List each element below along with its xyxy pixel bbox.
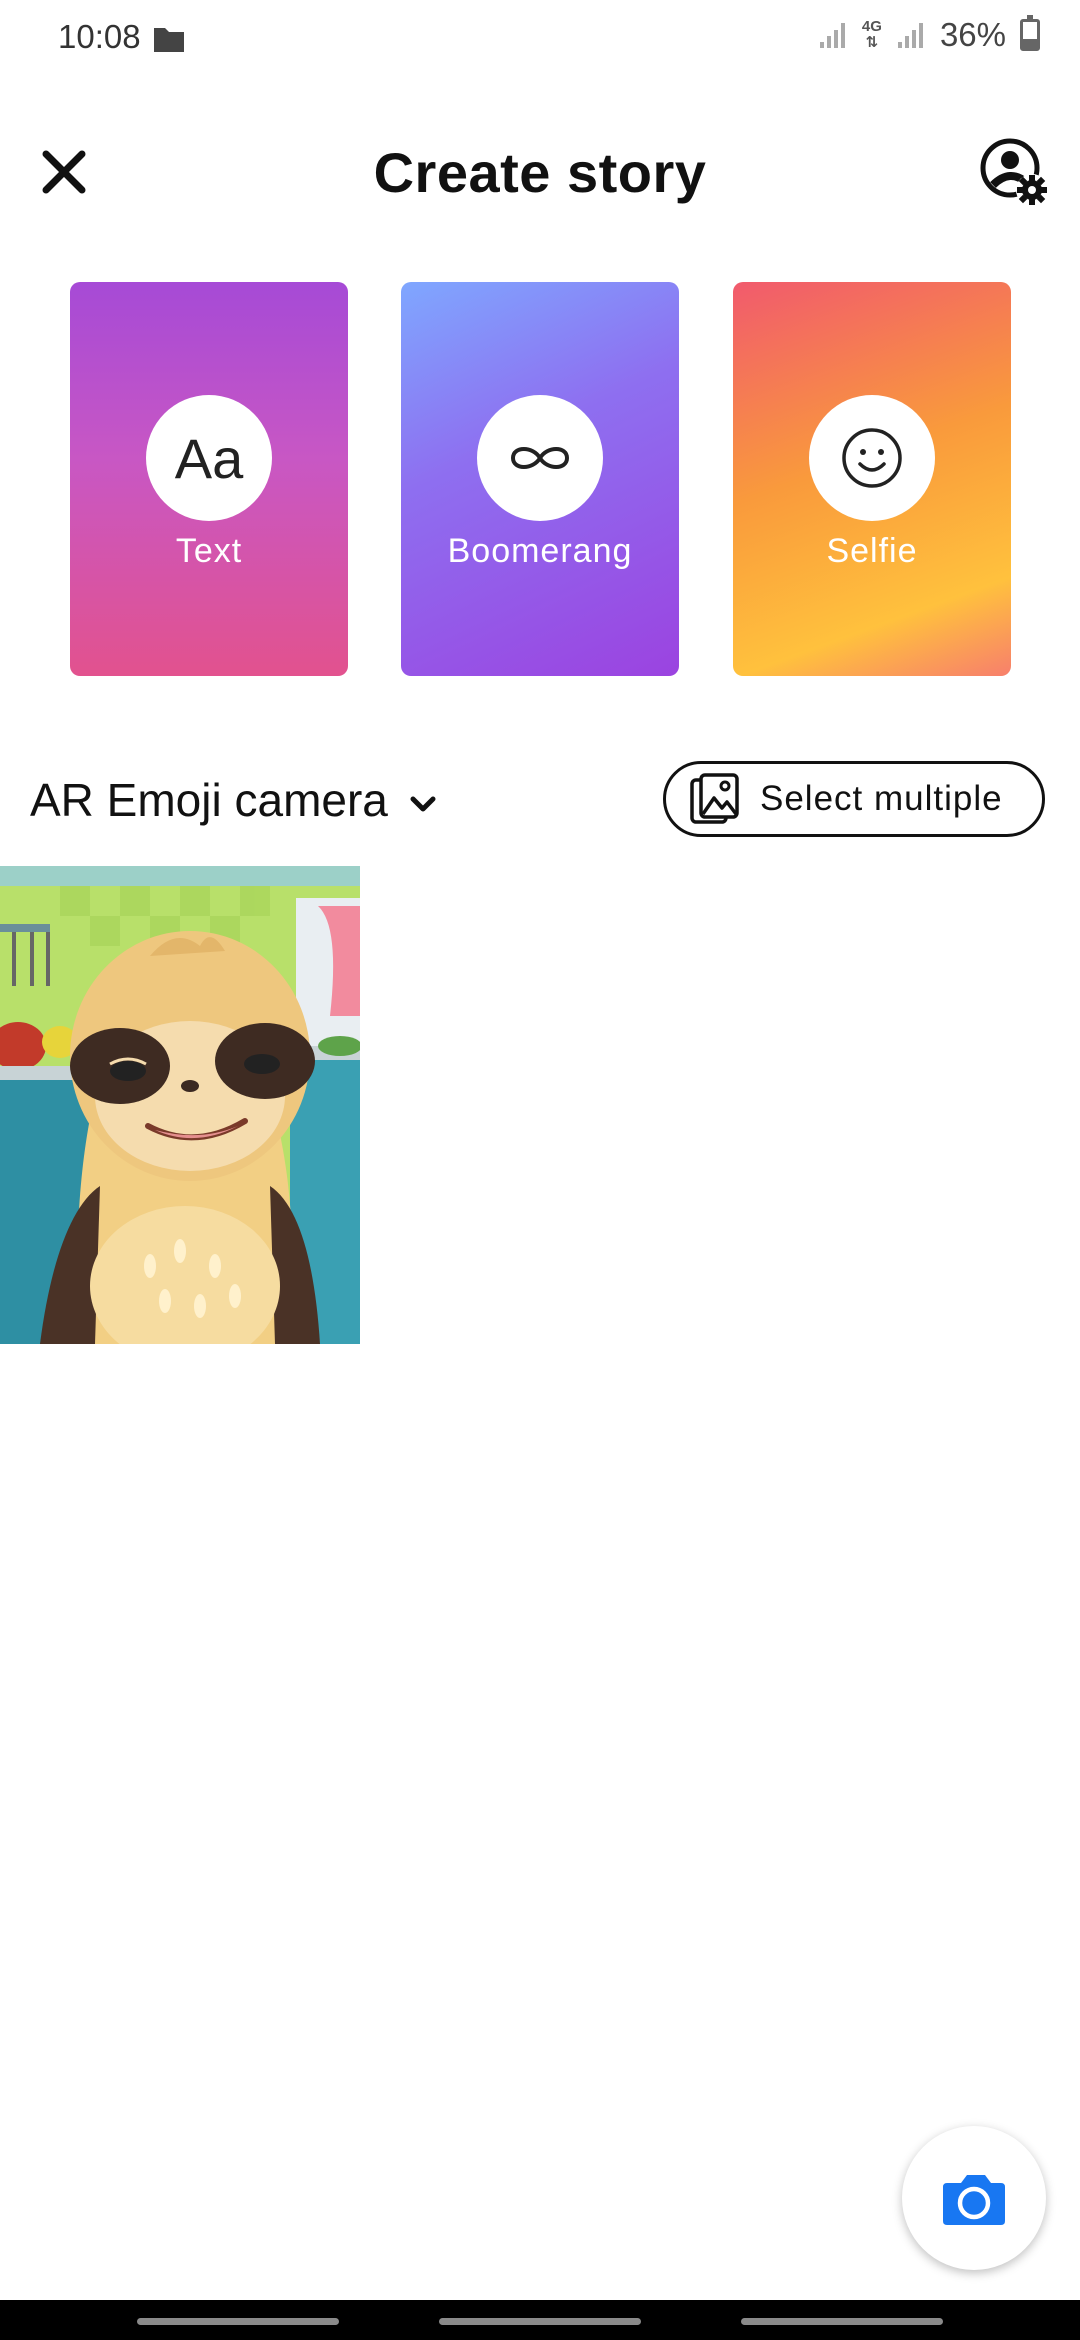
media-gallery bbox=[0, 866, 360, 1344]
network-label: 4G bbox=[861, 18, 882, 35]
signal-icon-2 bbox=[897, 23, 923, 48]
data-arrows-icon: ⇅ bbox=[865, 34, 879, 51]
page-title: Create story bbox=[373, 141, 707, 204]
battery-icon bbox=[1020, 15, 1040, 51]
chevron-down-icon bbox=[410, 796, 436, 812]
camera-icon bbox=[943, 2175, 1005, 2225]
album-name: AR Emoji camera bbox=[30, 774, 388, 826]
text-icon: Aa bbox=[146, 395, 272, 521]
story-settings-icon[interactable] bbox=[980, 138, 1050, 208]
smiley-glyph bbox=[842, 428, 902, 488]
multiple-photos-icon bbox=[690, 773, 739, 824]
infinity-icon bbox=[477, 395, 603, 521]
nav-recents-button[interactable] bbox=[137, 2318, 339, 2325]
story-type-tiles: Aa Text Boomerang Selfie bbox=[70, 282, 1011, 676]
selfie-story-tile[interactable]: Selfie bbox=[733, 282, 1011, 676]
battery-fill bbox=[1023, 38, 1037, 48]
selfie-tile-label: Selfie bbox=[826, 532, 918, 570]
folder-icon bbox=[154, 28, 184, 52]
album-row: AR Emoji camera Select multiple bbox=[0, 755, 1080, 845]
select-multiple-button[interactable]: Select multiple bbox=[663, 761, 1045, 837]
album-dropdown[interactable]: AR Emoji camera bbox=[30, 773, 440, 827]
system-nav-bar bbox=[0, 2300, 1080, 2340]
nav-home-button[interactable] bbox=[439, 2318, 641, 2325]
text-icon-glyph: Aa bbox=[174, 426, 244, 490]
status-bar: 10:08 4G ⇅ 36% bbox=[0, 0, 1080, 80]
camera-button[interactable] bbox=[902, 2126, 1046, 2270]
infinity-glyph bbox=[510, 447, 570, 469]
network-type: 4G ⇅ bbox=[862, 19, 882, 51]
boomerang-tile-label: Boomerang bbox=[447, 532, 633, 570]
sloth-emoji-thumbnail[interactable] bbox=[0, 866, 360, 1344]
status-right: 4G ⇅ 36% bbox=[818, 15, 1040, 54]
battery-percent: 36% bbox=[939, 16, 1006, 53]
text-tile-label: Text bbox=[175, 532, 243, 570]
nav-back-button[interactable] bbox=[741, 2318, 943, 2325]
boomerang-story-tile[interactable]: Boomerang bbox=[401, 282, 679, 676]
select-multiple-label: Select multiple bbox=[760, 779, 1003, 818]
signal-icon bbox=[819, 23, 845, 48]
status-time: 10:08 bbox=[58, 18, 141, 55]
text-story-tile[interactable]: Aa Text bbox=[70, 282, 348, 676]
smiley-icon bbox=[809, 395, 935, 521]
header: Create story bbox=[0, 120, 1080, 220]
